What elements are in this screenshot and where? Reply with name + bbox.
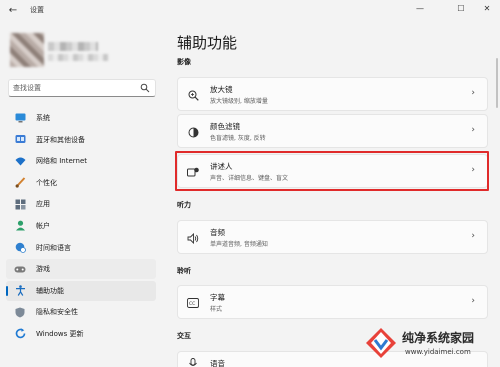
color-filters-card[interactable]: 颜色滤镜 色盲滤镜, 灰度, 反转 ›	[177, 114, 488, 148]
card-subtitle: 单声道音频, 音频通知	[210, 241, 268, 248]
search-icon[interactable]	[140, 83, 150, 93]
sidebar-item-time-language[interactable]: 时间和语言	[6, 238, 156, 258]
search-input[interactable]	[13, 82, 133, 94]
card-subtitle: 放大镜级别, 缩放增量	[210, 98, 268, 105]
profile-name-blurred	[48, 42, 98, 51]
sidebar-item-label: Windows 更新	[36, 329, 84, 338]
sidebar-item-gaming[interactable]: 游戏	[6, 259, 156, 280]
chevron-right-icon: ›	[471, 125, 475, 135]
narrator-icon	[187, 166, 199, 178]
back-button[interactable]: ←	[6, 4, 20, 18]
page-title: 辅助功能	[177, 34, 238, 52]
sidebar-item-label: 应用	[36, 200, 50, 209]
title-bar: ← 设置 — ☐ ✕	[0, 0, 500, 22]
globe-clock-icon	[14, 242, 26, 254]
sidebar-item-personalization[interactable]: 个性化	[6, 173, 156, 193]
wifi-icon	[14, 155, 26, 167]
accessibility-icon	[14, 285, 26, 297]
captions-card[interactable]: CC 字幕 样式 ›	[177, 285, 488, 319]
card-title: 放大镜	[210, 85, 233, 94]
speaker-icon	[187, 232, 199, 244]
magnifier-card[interactable]: 放大镜 放大镜级别, 缩放增量 ›	[177, 77, 488, 111]
maximize-button[interactable]: ☐	[450, 1, 472, 17]
card-subtitle: 声音、详细信息、键盘、盲文	[210, 175, 289, 182]
profile-email-blurred	[48, 54, 108, 61]
chevron-right-icon: ›	[471, 88, 475, 98]
minimize-button[interactable]: —	[409, 1, 431, 17]
card-title: 音频	[210, 228, 225, 237]
section-header-vision: 影像	[177, 58, 191, 66]
sidebar-item-network[interactable]: 网络和 Internet	[6, 151, 156, 171]
section-header-listening: 聆听	[177, 267, 191, 275]
section-header-hearing: 听力	[177, 201, 191, 209]
sidebar-item-apps[interactable]: 应用	[6, 194, 156, 214]
watermark-url: www.yidaimei.com	[405, 348, 471, 356]
sidebar-item-windows-update[interactable]: Windows 更新	[6, 324, 156, 344]
shield-icon	[14, 306, 26, 318]
sidebar-item-accessibility[interactable]: 辅助功能	[6, 280, 156, 301]
person-icon	[14, 220, 26, 232]
app-title: 设置	[30, 6, 44, 14]
card-title: 讲述人	[210, 162, 233, 171]
brush-icon	[14, 177, 26, 189]
card-subtitle: 样式	[210, 306, 223, 313]
svg-text:CC: CC	[189, 301, 195, 307]
card-subtitle: 色盲滤镜, 灰度, 反转	[210, 135, 266, 142]
monitor-icon	[14, 112, 26, 124]
card-title: 语音	[210, 359, 225, 367]
magnifier-icon	[187, 89, 199, 101]
sidebar-item-privacy[interactable]: 隐私和安全性	[6, 302, 156, 322]
sidebar-item-label: 辅助功能	[36, 286, 64, 295]
avatar[interactable]	[10, 33, 44, 67]
update-icon	[14, 328, 26, 340]
sidebar-item-bluetooth[interactable]: 蓝牙和其他设备	[6, 130, 156, 150]
sidebar-item-label: 游戏	[36, 265, 50, 274]
bluetooth-icon	[14, 134, 26, 146]
sidebar-item-label: 帐户	[36, 221, 50, 230]
sidebar-nav: 系统 蓝牙和其他设备 网络和 Internet 个性化 应用 帐户 时间和语言 …	[6, 108, 156, 346]
search-box[interactable]	[8, 79, 156, 97]
apps-icon	[14, 198, 26, 210]
sidebar-item-label: 网络和 Internet	[36, 157, 88, 166]
sidebar-item-accounts[interactable]: 帐户	[6, 216, 156, 236]
sidebar-item-label: 系统	[36, 114, 50, 122]
close-button[interactable]: ✕	[476, 1, 498, 17]
chevron-right-icon: ›	[471, 296, 475, 306]
sidebar-item-label: 时间和语言	[36, 243, 71, 252]
narrator-card[interactable]: 讲述人 声音、详细信息、键盘、盲文 ›	[177, 154, 488, 188]
card-title: 字幕	[210, 293, 225, 302]
watermark-logo-icon	[366, 328, 396, 358]
audio-card[interactable]: 音频 单声道音频, 音频通知 ›	[177, 220, 488, 254]
chevron-right-icon: ›	[471, 231, 475, 241]
captions-icon: CC	[187, 297, 199, 309]
sidebar-item-label: 蓝牙和其他设备	[36, 135, 85, 144]
active-indicator	[6, 285, 8, 296]
microphone-icon	[187, 357, 199, 367]
section-header-interaction: 交互	[177, 332, 191, 340]
color-filter-icon	[187, 126, 199, 138]
chevron-right-icon: ›	[471, 165, 475, 175]
sidebar-item-label: 隐私和安全性	[36, 308, 78, 317]
scrollbar[interactable]	[496, 58, 498, 108]
sidebar-item-label: 个性化	[36, 178, 57, 187]
gamepad-icon	[14, 263, 26, 275]
card-title: 颜色滤镜	[210, 122, 240, 131]
sidebar-item-system[interactable]: 系统	[6, 108, 156, 128]
watermark-name: 纯净系统家园	[402, 331, 475, 345]
